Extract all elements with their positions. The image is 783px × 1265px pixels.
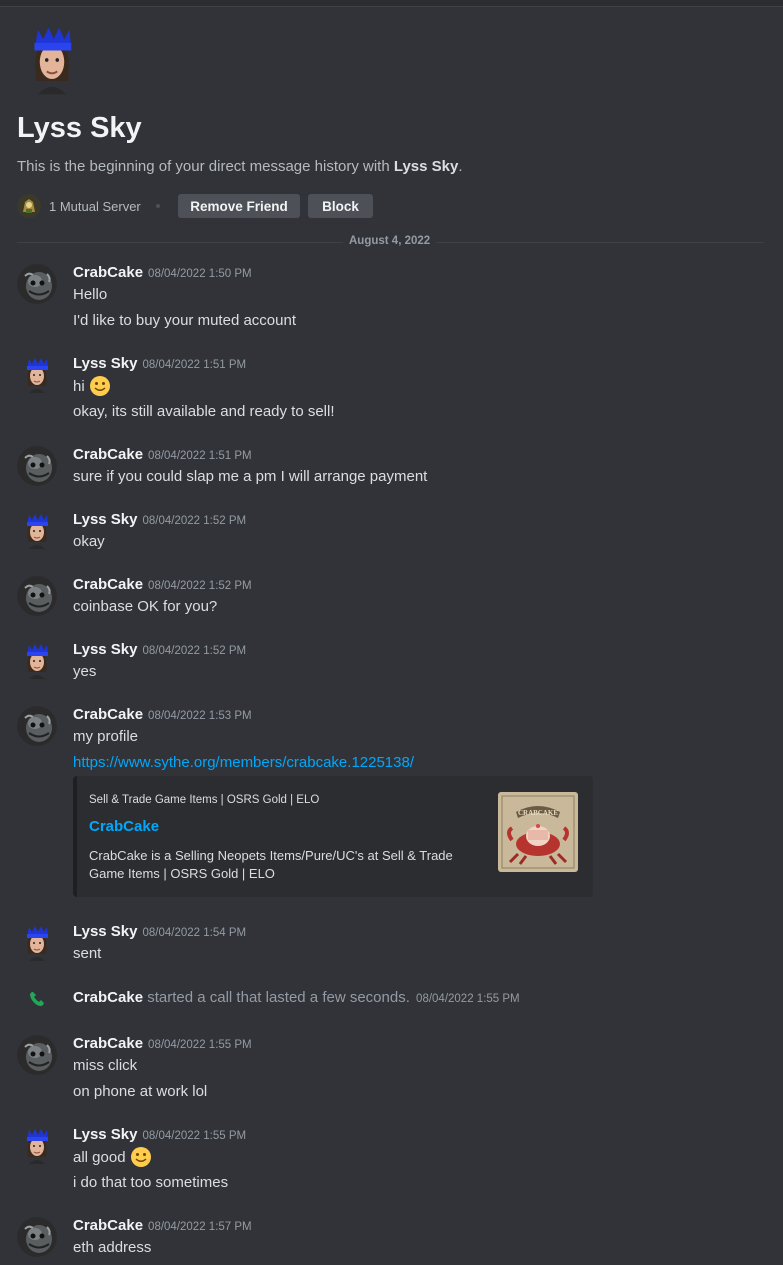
crab-avatar-icon[interactable]: [17, 1217, 57, 1257]
smile-emoji-icon: [130, 1146, 152, 1168]
date-divider-label: August 4, 2022: [343, 235, 437, 247]
message-text: coinbase OK for you?: [73, 598, 218, 615]
message-author[interactable]: CrabCake 08/04/2022 1:50 PM: [73, 264, 252, 281]
lyss-avatar-icon[interactable]: [17, 1126, 57, 1166]
history-description-name: Lyss Sky: [393, 158, 459, 175]
call-text: started a call that lasted a few seconds…: [147, 989, 410, 1006]
call-timestamp: 08/04/2022 1:55 PM: [416, 993, 520, 1005]
message-author[interactable]: CrabCake 08/04/2022 1:53 PM: [73, 706, 252, 723]
mutual-server-icon: [17, 194, 41, 218]
message-timestamp: 08/04/2022 1:57 PM: [148, 1221, 252, 1233]
profile-link[interactable]: https://www.sythe.org/members/crabcake.1…: [73, 754, 414, 771]
lyss-avatar-icon[interactable]: [17, 641, 57, 681]
mutual-servers[interactable]: 1 Mutual Server: [17, 194, 141, 218]
message-author[interactable]: CrabCake 08/04/2022 1:55 PM: [73, 1035, 252, 1052]
message-author[interactable]: Lyss Sky 08/04/2022 1:51 PM: [73, 355, 246, 372]
phone-call-icon: [30, 992, 44, 1006]
crab-avatar-icon[interactable]: [17, 576, 57, 616]
message-text: on phone at work lol: [73, 1083, 208, 1100]
author-name[interactable]: CrabCake: [73, 1217, 143, 1234]
mutual-server-label: 1 Mutual Server: [49, 198, 141, 214]
author-name[interactable]: Lyss Sky: [73, 1126, 138, 1143]
message-author[interactable]: CrabCake 08/04/2022 1:51 PM: [73, 446, 252, 463]
message-timestamp: 08/04/2022 1:55 PM: [142, 1130, 247, 1142]
message-author[interactable]: Lyss Sky 08/04/2022 1:52 PM: [73, 641, 246, 658]
message-author[interactable]: Lyss Sky 08/04/2022 1:55 PM: [73, 1126, 246, 1143]
author-name[interactable]: Lyss Sky: [73, 641, 138, 658]
embed-provider[interactable]: Sell & Trade Game Items | OSRS Gold | EL…: [89, 794, 319, 806]
history-description-prefix: This is the beginning of your direct mes…: [17, 158, 394, 175]
message-text: okay: [73, 533, 105, 550]
crab-avatar-icon[interactable]: [17, 264, 57, 304]
crab-avatar-icon[interactable]: [17, 446, 57, 486]
message-timestamp: 08/04/2022 1:53 PM: [148, 710, 252, 722]
author-name[interactable]: CrabCake: [73, 706, 143, 723]
lyss-avatar-icon: [17, 22, 87, 98]
message-timestamp: 08/04/2022 1:55 PM: [148, 1039, 252, 1051]
crab-avatar-icon[interactable]: [17, 1035, 57, 1075]
message-text: hi: [73, 375, 111, 397]
message-timestamp: 08/04/2022 1:51 PM: [142, 359, 247, 371]
message-text: sure if you could slap me a pm I will ar…: [73, 468, 428, 485]
message-author[interactable]: Lyss Sky 08/04/2022 1:54 PM: [73, 923, 246, 940]
message-text: all good: [73, 1146, 152, 1168]
message-text: i do that too sometimes: [73, 1174, 229, 1191]
message-timestamp: 08/04/2022 1:51 PM: [148, 450, 252, 462]
message-timestamp: 08/04/2022 1:52 PM: [142, 645, 247, 657]
message-text-content: hi: [73, 377, 85, 395]
call-author[interactable]: CrabCake: [73, 989, 143, 1006]
message-text: eth address: [73, 1239, 152, 1256]
author-name[interactable]: Lyss Sky: [73, 923, 138, 940]
profile-avatar[interactable]: [17, 22, 87, 98]
message-text: Hello: [73, 286, 108, 303]
message-timestamp: 08/04/2022 1:52 PM: [142, 515, 247, 527]
author-name[interactable]: CrabCake: [73, 264, 143, 281]
lyss-avatar-icon[interactable]: [17, 511, 57, 551]
call-message: CrabCake started a call that lasted a fe…: [73, 989, 520, 1006]
author-name[interactable]: Lyss Sky: [73, 355, 138, 372]
block-button[interactable]: Block: [308, 194, 373, 218]
separator-dot: [156, 204, 160, 208]
message-author[interactable]: CrabCake 08/04/2022 1:57 PM: [73, 1217, 252, 1234]
lyss-avatar-icon[interactable]: [17, 923, 57, 963]
message-text: sent: [73, 945, 102, 962]
message-timestamp: 08/04/2022 1:50 PM: [148, 268, 252, 280]
embed-description: CrabCake is a Selling Neopets Items/Pure…: [89, 848, 453, 881]
message-text: yes: [73, 663, 97, 680]
message-timestamp: 08/04/2022 1:54 PM: [142, 927, 247, 939]
history-description: This is the beginning of your direct mes…: [17, 158, 463, 175]
author-name[interactable]: CrabCake: [73, 1035, 143, 1052]
author-name[interactable]: CrabCake: [73, 446, 143, 463]
profile-name: Lyss Sky: [17, 112, 142, 144]
message-text-content: all good: [73, 1148, 126, 1166]
message-text: okay, its still available and ready to s…: [73, 403, 335, 420]
embed-thumbnail[interactable]: CRABCAKE: [498, 792, 578, 872]
smile-emoji-icon: [89, 375, 111, 397]
remove-friend-button[interactable]: Remove Friend: [178, 194, 300, 218]
message-author[interactable]: CrabCake 08/04/2022 1:52 PM: [73, 576, 252, 593]
top-border: [0, 0, 783, 7]
message-text: my profile: [73, 728, 139, 745]
author-name[interactable]: CrabCake: [73, 576, 143, 593]
message-author[interactable]: Lyss Sky 08/04/2022 1:52 PM: [73, 511, 246, 528]
embed-thumb-text: CRABCAKE: [518, 809, 558, 817]
crab-avatar-icon[interactable]: [17, 706, 57, 746]
message-timestamp: 08/04/2022 1:52 PM: [148, 580, 252, 592]
embed-title[interactable]: CrabCake: [89, 818, 159, 835]
history-description-suffix: .: [458, 158, 463, 175]
lyss-avatar-icon[interactable]: [17, 355, 57, 395]
message-text: miss click: [73, 1057, 138, 1074]
author-name[interactable]: Lyss Sky: [73, 511, 138, 528]
link-embed: Sell & Trade Game Items | OSRS Gold | EL…: [73, 776, 593, 897]
message-text: I'd like to buy your muted account: [73, 312, 296, 329]
